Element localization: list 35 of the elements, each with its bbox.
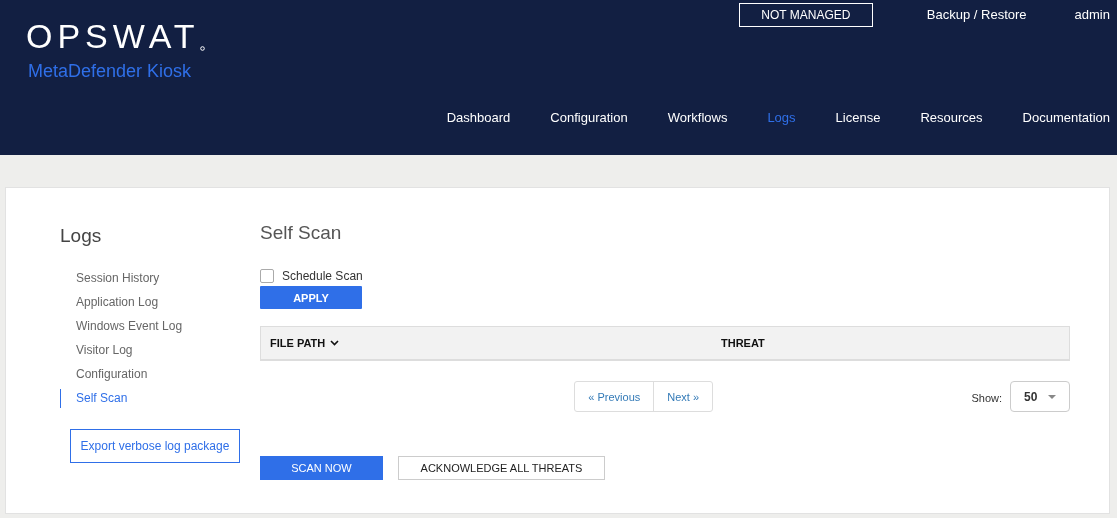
previous-link[interactable]: « Previous <box>575 382 655 412</box>
checkbox[interactable] <box>260 268 274 283</box>
caret-icon <box>1048 394 1056 399</box>
nav-tab[interactable]: Workflows <box>667 108 728 128</box>
registered-mark-icon <box>199 46 205 51</box>
header-link[interactable]: admin <box>1074 5 1110 25</box>
next-link[interactable]: Next » <box>654 382 713 412</box>
column-header[interactable]: THREAT <box>721 335 765 352</box>
nav-tab[interactable]: Logs <box>767 108 796 128</box>
sidebar-item[interactable]: Session History <box>60 268 260 288</box>
nav-tab[interactable]: Configuration <box>550 108 628 128</box>
header-link[interactable]: Backup / Restore <box>926 5 1027 25</box>
page-size-select[interactable]: 50 <box>1010 381 1070 413</box>
sidebar-item[interactable]: Windows Event Log <box>60 316 260 336</box>
sidebar-item[interactable]: Configuration <box>60 364 260 384</box>
status-badge: NOT MANAGED <box>738 3 873 27</box>
sidebar-item[interactable]: Visitor Log <box>60 340 260 360</box>
checkbox-label: Schedule Scan <box>282 267 363 285</box>
show-label: Show: <box>971 391 1002 406</box>
page-title: Self Scan <box>260 221 343 245</box>
export-button[interactable]: Export verbose log package <box>70 428 240 463</box>
column-header[interactable]: FILE PATH <box>270 335 326 352</box>
action-button[interactable]: ACKNOWLEDGE ALL THREATS <box>398 456 605 481</box>
nav-tab[interactable]: Documentation <box>1022 108 1110 128</box>
nav-tab[interactable]: Dashboard <box>446 108 511 128</box>
product-name: MetaDefender Kiosk <box>28 60 193 83</box>
apply-button[interactable]: APPLY <box>260 286 362 310</box>
nav-tab[interactable]: License <box>835 108 881 128</box>
sidebar-item[interactable]: Application Log <box>60 292 260 312</box>
sidebar-item[interactable]: Self Scan <box>60 388 260 408</box>
action-button[interactable]: SCAN NOW <box>260 456 383 481</box>
nav-tab[interactable]: Resources <box>920 108 983 128</box>
sidebar-title: Logs <box>60 224 103 248</box>
logo: OPSWAT <box>26 18 200 54</box>
chevron-down-icon[interactable] <box>330 340 340 347</box>
